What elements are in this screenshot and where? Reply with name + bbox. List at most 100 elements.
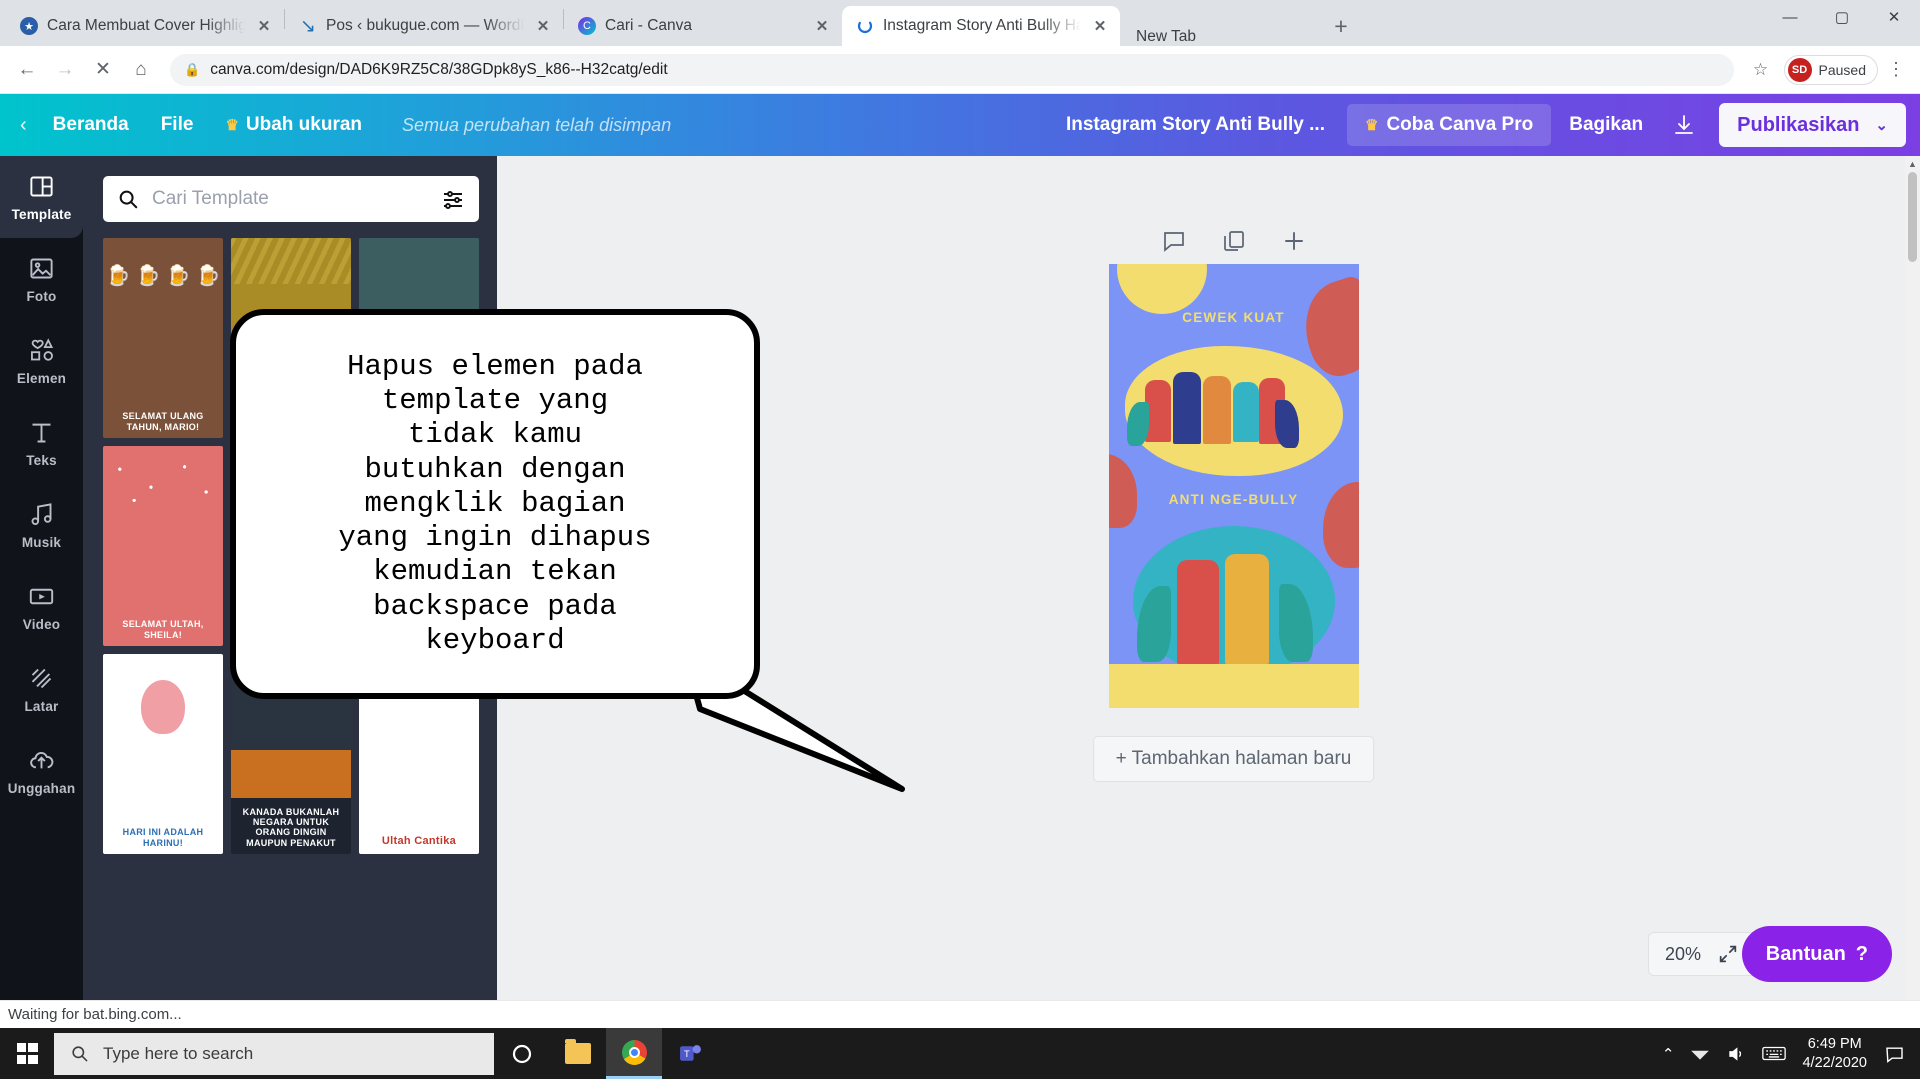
figure bbox=[1225, 554, 1269, 664]
start-button[interactable] bbox=[0, 1043, 54, 1064]
chrome-icon[interactable] bbox=[606, 1028, 662, 1079]
duplicate-icon[interactable] bbox=[1221, 228, 1247, 254]
close-icon[interactable]: ✕ bbox=[533, 16, 553, 36]
add-icon[interactable] bbox=[1281, 228, 1307, 254]
design-subtitle-text: ANTI NGE-BULLY bbox=[1109, 492, 1359, 507]
profile-status: Paused bbox=[1819, 62, 1866, 78]
question-mark-icon: ? bbox=[1856, 943, 1868, 966]
taskbar-clock[interactable]: 6:49 PM 4/22/2020 bbox=[1802, 1035, 1867, 1071]
download-icon[interactable] bbox=[1661, 104, 1707, 146]
sidebar-item-foto[interactable]: Foto bbox=[0, 238, 83, 320]
folder-glyph bbox=[565, 1043, 591, 1064]
scrollbar-thumb[interactable] bbox=[1908, 172, 1917, 262]
teams-icon[interactable]: T bbox=[662, 1028, 718, 1079]
sidebar-item-latar[interactable]: Latar bbox=[0, 648, 83, 730]
tab-title: Instagram Story Anti Bully Hari bbox=[883, 17, 1081, 35]
browser-tab-new[interactable]: New Tab bbox=[1120, 28, 1320, 46]
template-caption: Ultah Cantika bbox=[359, 829, 479, 854]
browser-tab-2[interactable]: C Cari - Canva ✕ bbox=[564, 6, 842, 46]
volume-icon[interactable] bbox=[1726, 1045, 1746, 1063]
browser-tab-1[interactable]: ↘ Pos ‹ bukugue.com — WordPre ✕ bbox=[285, 6, 563, 46]
sidebar-item-video[interactable]: Video bbox=[0, 566, 83, 648]
scroll-up-icon[interactable]: ▲ bbox=[1905, 156, 1920, 172]
close-icon[interactable]: ✕ bbox=[1090, 16, 1110, 36]
canvas-scrollbar[interactable]: ▲ bbox=[1905, 156, 1920, 1000]
sidebar-item-unggahan[interactable]: Unggahan bbox=[0, 730, 83, 812]
share-button[interactable]: Bagikan bbox=[1551, 104, 1661, 146]
file-explorer-icon[interactable] bbox=[550, 1028, 606, 1079]
taskbar-search-input[interactable]: Type here to search bbox=[103, 1044, 253, 1064]
status-text: Waiting for bat.bing.com... bbox=[8, 1006, 182, 1023]
network-icon[interactable] bbox=[1690, 1046, 1710, 1062]
canva-toolbar: ‹ Beranda File ♛ Ubah ukuran Semua perub… bbox=[0, 94, 1920, 156]
design-title-text: CEWEK KUAT bbox=[1109, 310, 1359, 325]
add-new-page-button[interactable]: + Tambahkan halaman baru bbox=[1093, 736, 1375, 782]
chrome-menu-icon[interactable]: ⋮ bbox=[1882, 65, 1910, 75]
back-icon[interactable]: ← bbox=[10, 53, 44, 87]
browser-tab-0[interactable]: ★ Cara Membuat Cover Highlight ✕ bbox=[6, 6, 284, 46]
back-chevron-icon[interactable]: ‹ bbox=[20, 114, 27, 137]
sidebar-item-label: Musik bbox=[22, 535, 61, 550]
template-thumbnail[interactable]: 🍺🍺🍺🍺 SELAMAT ULANG TAHUN, MARIO! bbox=[103, 238, 223, 438]
yellow-blob-shape bbox=[1117, 264, 1207, 314]
template-caption: KANADA BUKANLAH NEGARA UNTUK ORANG DINGI… bbox=[231, 801, 351, 854]
figure bbox=[1233, 382, 1259, 442]
minimize-icon[interactable]: — bbox=[1764, 0, 1816, 34]
new-tab-icon[interactable]: + bbox=[1324, 9, 1358, 43]
yellow-band-shape bbox=[1109, 664, 1359, 708]
forward-icon[interactable]: → bbox=[48, 53, 82, 87]
taskbar-search[interactable]: Type here to search bbox=[54, 1033, 494, 1075]
canva-loading-icon bbox=[856, 17, 874, 35]
address-bar[interactable]: 🔒 canva.com/design/DAD6K9RZ5C8/38GDpk8yS… bbox=[170, 54, 1734, 86]
cortana-icon[interactable] bbox=[494, 1028, 550, 1079]
help-button[interactable]: Bantuan ? bbox=[1742, 926, 1892, 982]
sidebar-item-teks[interactable]: Teks bbox=[0, 402, 83, 484]
publish-button[interactable]: Publikasikan ⌄ bbox=[1719, 103, 1906, 147]
expand-icon[interactable] bbox=[1717, 943, 1739, 965]
close-window-icon[interactable]: ✕ bbox=[1868, 0, 1920, 34]
home-button[interactable]: Beranda bbox=[37, 106, 145, 144]
figure bbox=[1173, 372, 1201, 444]
close-icon[interactable]: ✕ bbox=[254, 16, 274, 36]
resize-button[interactable]: ♛ Ubah ukuran bbox=[209, 106, 378, 144]
tab-title: Cari - Canva bbox=[605, 17, 803, 35]
profile-button[interactable]: SD Paused bbox=[1784, 55, 1878, 85]
sidebar-item-musik[interactable]: Musik bbox=[0, 484, 83, 566]
stop-icon[interactable]: ✕ bbox=[86, 53, 120, 87]
filter-icon[interactable] bbox=[441, 187, 465, 211]
sidebar-item-elemen[interactable]: Elemen bbox=[0, 320, 83, 402]
browser-tab-3-active[interactable]: Instagram Story Anti Bully Hari ✕ bbox=[842, 6, 1120, 46]
tray-chevron-icon[interactable]: ⌃ bbox=[1662, 1045, 1675, 1063]
search-template-box[interactable]: Cari Template bbox=[103, 176, 479, 222]
home-icon[interactable]: ⌂ bbox=[124, 53, 158, 87]
maximize-icon[interactable]: ▢ bbox=[1816, 0, 1868, 34]
file-menu-button[interactable]: File bbox=[145, 106, 210, 144]
figure bbox=[1177, 560, 1219, 664]
bookmark-star-icon[interactable]: ☆ bbox=[1746, 60, 1776, 80]
url-text: canva.com/design/DAD6K9RZ5C8/38GDpk8yS_k… bbox=[210, 61, 667, 79]
close-icon[interactable]: ✕ bbox=[812, 16, 832, 36]
editor-sidebar: Template Foto Elemen Teks Musik Video La… bbox=[0, 156, 83, 1000]
notification-icon[interactable] bbox=[1883, 1044, 1906, 1064]
pro-label: Coba Canva Pro bbox=[1386, 114, 1533, 136]
search-icon bbox=[70, 1044, 89, 1063]
template-thumbnail[interactable]: HARI INI ADALAH HARINU! bbox=[103, 654, 223, 854]
illustration-group-bottom bbox=[1133, 526, 1335, 676]
keyboard-icon[interactable] bbox=[1762, 1045, 1786, 1062]
help-label: Bantuan bbox=[1766, 943, 1846, 966]
balloon-shape bbox=[141, 680, 185, 734]
beer-mug-icons: 🍺🍺🍺🍺 bbox=[103, 246, 223, 304]
page-toolbar bbox=[1161, 228, 1307, 254]
template-thumbnail[interactable]: SELAMAT ULTAH, SHEILA! bbox=[103, 446, 223, 646]
try-canva-pro-button[interactable]: ♛ Coba Canva Pro bbox=[1347, 104, 1551, 146]
tab-title: Pos ‹ bukugue.com — WordPre bbox=[326, 17, 524, 35]
search-input[interactable]: Cari Template bbox=[152, 188, 428, 210]
design-page-preview[interactable]: CEWEK KUAT ANTI NGE-BULLY bbox=[1109, 264, 1359, 708]
illustration-group-top bbox=[1125, 346, 1343, 476]
sidebar-item-template[interactable]: Template bbox=[0, 156, 83, 238]
sidebar-item-label: Template bbox=[12, 207, 72, 222]
document-title[interactable]: Instagram Story Anti Bully ... bbox=[1066, 114, 1325, 136]
note-icon[interactable] bbox=[1161, 228, 1187, 254]
leaf-shape bbox=[1279, 584, 1313, 662]
crown-icon: ♛ bbox=[1365, 116, 1378, 134]
